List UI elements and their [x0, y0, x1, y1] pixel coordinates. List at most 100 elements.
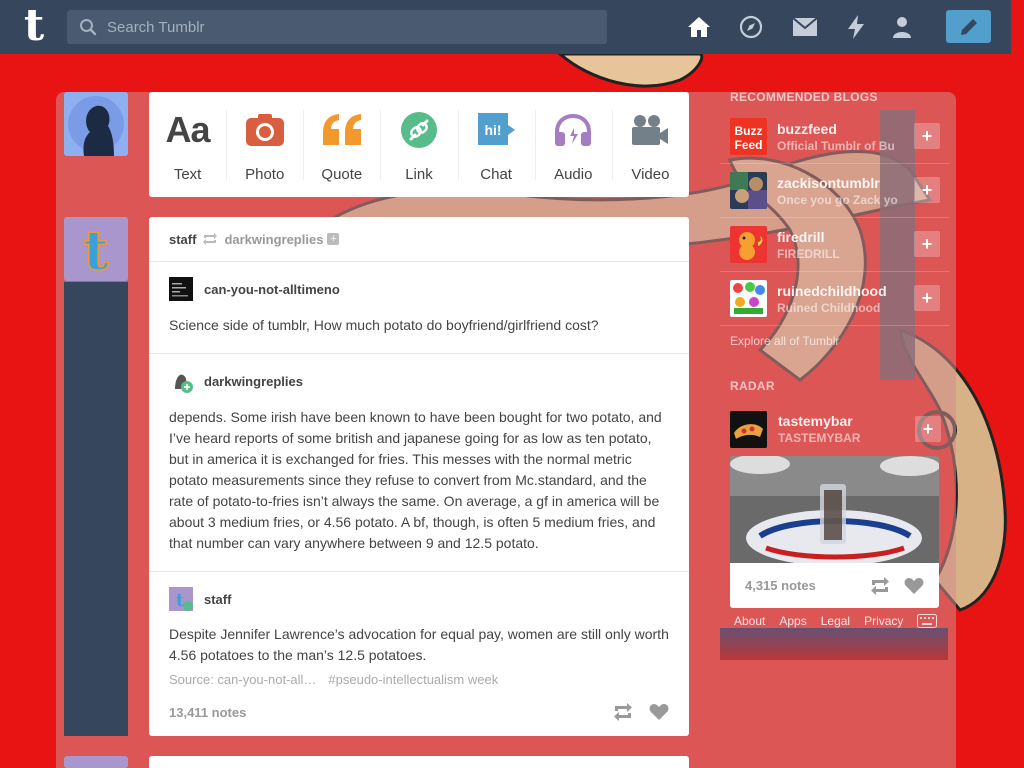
radar-blog-header[interactable]: tastemybar TASTEMYBAR +	[730, 410, 941, 448]
recommended-blog-item[interactable]: zackisontumblr Once you go Zack yo +	[720, 164, 950, 218]
video-icon	[630, 110, 670, 150]
svg-text:hi!: hi!	[485, 122, 502, 138]
post-header: staff darkwingreplies +	[149, 217, 689, 262]
post-type-quote[interactable]: Quote	[303, 92, 380, 197]
reblog-text: Science side of tumblr, How much potato …	[169, 317, 599, 333]
post-type-link[interactable]: Link	[380, 92, 457, 197]
blog-name[interactable]: firedrill	[777, 229, 907, 245]
link-icon	[400, 110, 438, 150]
footer-link-apps[interactable]: Apps	[779, 614, 806, 628]
camera-icon	[245, 110, 285, 150]
post-type-text[interactable]: Aa Text	[149, 92, 226, 197]
tumblr-logo[interactable]: t	[16, 4, 52, 48]
firedrill-avatar[interactable]	[730, 226, 767, 263]
post-footer: 13,411 notes	[169, 702, 669, 722]
reblog-text: depends. Some irish have been known to h…	[169, 409, 662, 551]
reblog-username[interactable]: can-you-not-alltimeno	[204, 282, 340, 297]
blog-subtitle: Once you go Zack yo	[777, 192, 898, 207]
source-link[interactable]: Source: can-you-not-all…	[169, 672, 316, 694]
post-author-link[interactable]: staff	[169, 232, 196, 247]
post-type-label: Text	[173, 166, 202, 183]
explore-icon[interactable]	[738, 14, 764, 40]
post-meta: Source: can-you-not-all… #pseudo-intelle…	[149, 672, 518, 694]
post-type-video[interactable]: Video	[611, 92, 689, 197]
activity-icon[interactable]	[843, 14, 869, 40]
post-type-label: Audio	[554, 166, 593, 183]
reblog-avatar[interactable]	[169, 369, 193, 393]
text-icon: Aa	[165, 109, 211, 150]
explore-link[interactable]: Explore all of Tumblr	[730, 334, 839, 348]
blog-name[interactable]: ruinedchildhood	[777, 283, 907, 299]
post-type-chat[interactable]: hi! Chat	[457, 92, 535, 197]
quote-icon	[321, 110, 363, 150]
reblog-avatar[interactable]: t	[169, 587, 193, 611]
radar-notes-count[interactable]: 4,315 notes	[745, 578, 816, 593]
footer-link-legal[interactable]: Legal	[821, 614, 850, 628]
follow-button[interactable]: +	[914, 231, 940, 257]
follow-plus-icon[interactable]: +	[327, 233, 340, 245]
post-type-label: Chat	[480, 166, 512, 183]
post-type-bar: Aa Text Photo Quote Link hi! Chat Audio	[149, 92, 689, 197]
search-bar[interactable]	[67, 10, 607, 44]
like-heart-icon[interactable]	[649, 703, 669, 721]
search-input[interactable]	[107, 18, 587, 36]
follow-button[interactable]: +	[914, 285, 940, 311]
svg-text:t: t	[84, 218, 109, 281]
reblog-button-icon[interactable]	[870, 576, 890, 595]
reblog-button-icon[interactable]	[613, 703, 633, 721]
blog-name[interactable]: tastemybar	[778, 413, 860, 429]
blog-name[interactable]: zackisontumblr	[777, 175, 907, 191]
ruinedchildhood-avatar[interactable]	[730, 280, 767, 317]
follow-button[interactable]: +	[914, 123, 940, 149]
buzzfeed-avatar[interactable]: Buzz Feed	[730, 118, 767, 155]
post-type-photo[interactable]: Photo	[226, 92, 303, 197]
reblog-icon	[203, 233, 218, 245]
search-icon	[80, 19, 97, 36]
radar-title: RADAR	[730, 379, 775, 393]
footer-link-about[interactable]: About	[734, 614, 765, 628]
pencil-icon	[960, 18, 977, 35]
footer-link-privacy[interactable]: Privacy	[864, 614, 903, 628]
blog-subtitle: TASTEMYBAR	[778, 431, 861, 445]
reblog-username[interactable]: darkwingreplies	[204, 374, 303, 389]
reblogged-from-link[interactable]: darkwingreplies	[224, 232, 323, 247]
blog-name[interactable]: buzzfeed	[777, 121, 907, 137]
keyboard-icon[interactable]	[917, 614, 938, 628]
inbox-icon[interactable]	[792, 14, 818, 40]
next-post-card	[149, 756, 689, 768]
top-navigation-bar: t	[0, 0, 1011, 54]
recommended-blog-item[interactable]: firedrill FIREDRILL +	[720, 218, 950, 272]
post-type-audio[interactable]: Audio	[534, 92, 612, 197]
home-icon[interactable]	[686, 14, 712, 40]
avatar-rail	[64, 282, 128, 736]
user-avatar[interactable]	[64, 92, 128, 156]
post-type-label: Video	[631, 166, 670, 183]
follow-button[interactable]: +	[914, 177, 940, 203]
radar-post-image[interactable]	[730, 456, 939, 563]
blog-subtitle: FIREDRILL	[777, 246, 840, 261]
compose-button[interactable]	[946, 10, 991, 43]
sidebar-footer-links: About Apps Legal Privacy	[720, 611, 948, 631]
follow-button[interactable]: +	[915, 416, 941, 442]
reblog-username[interactable]: staff	[204, 592, 231, 607]
radar-post-card[interactable]: 4,315 notes	[730, 456, 939, 608]
dashboard-post: staff darkwingreplies + can-you-not-allt…	[149, 217, 689, 736]
recommended-blog-item[interactable]: Buzz Feed buzzfeed Official Tumblr of Bu …	[720, 110, 950, 164]
notes-count[interactable]: 13,411 notes	[169, 705, 246, 720]
reblog-avatar[interactable]	[169, 277, 193, 301]
sidebar-decor	[720, 628, 948, 660]
blog-subtitle: Ruined Childhood	[777, 300, 881, 315]
zackisontumblr-avatar[interactable]	[730, 172, 767, 209]
post-author-avatar[interactable]: t	[64, 217, 128, 281]
buzzfeed-logo-text: Feed	[734, 138, 762, 152]
like-heart-icon[interactable]	[904, 577, 924, 595]
buzzfeed-logo-text: Buzz	[735, 124, 763, 138]
next-post-avatar[interactable]	[64, 756, 128, 768]
recommended-blog-item[interactable]: ruinedchildhood Ruined Childhood +	[720, 272, 950, 326]
post-tag[interactable]: #pseudo-intellectualism week	[328, 672, 498, 694]
account-icon[interactable]	[889, 14, 915, 40]
tastemybar-avatar[interactable]	[730, 410, 767, 448]
reblog-entry: can-you-not-alltimeno Science side of tu…	[149, 262, 689, 354]
reblog-text: Despite Jennifer Lawrence’s advocation f…	[169, 626, 669, 663]
recommended-blogs-title: RECOMMENDED BLOGS	[730, 90, 878, 104]
